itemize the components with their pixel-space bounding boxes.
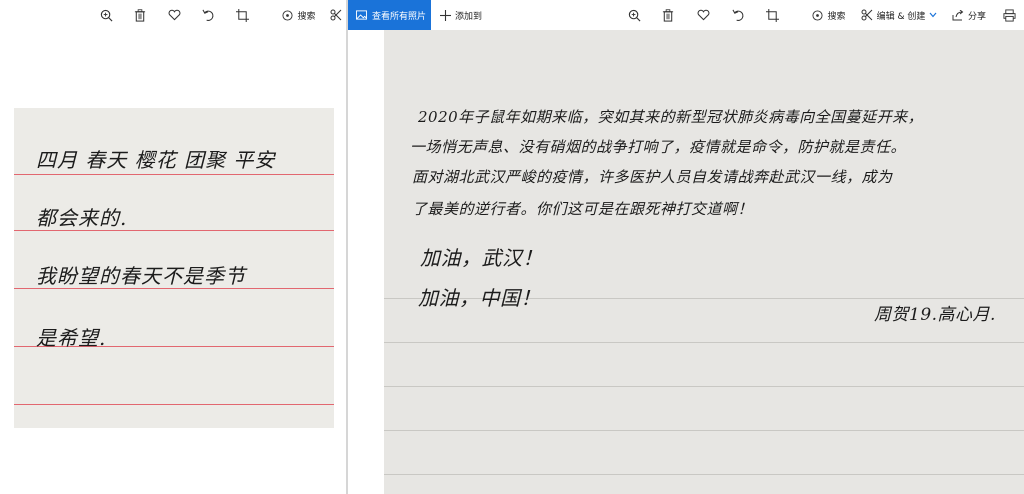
ruled-line — [384, 342, 1024, 343]
add-to-label: 添加到 — [454, 11, 482, 22]
trash-icon — [134, 8, 146, 22]
favorite-button[interactable] — [164, 0, 184, 30]
rotate-button[interactable] — [728, 0, 748, 30]
edit-create-icon — [330, 9, 342, 21]
handwriting-line: 了最美的逆行者。你们这可是在跟死神打交道啊！ — [412, 200, 754, 218]
search-button[interactable]: 搜索 — [278, 0, 320, 30]
zoom-in-icon — [628, 9, 640, 21]
right-toolbar: 查看所有照片 添加到 搜索 编辑 & 创建 分享 — [348, 0, 1024, 30]
zoom-in-button[interactable] — [624, 0, 644, 30]
crop-button[interactable] — [232, 0, 252, 30]
handwriting-photo-large: 2020年子鼠年如期来临，突如其来的新型冠状肺炎病毒向全国蔓延开来， 一场悄无声… — [384, 30, 1024, 494]
handwriting-line: 都会来的. — [36, 206, 128, 230]
ruled-line — [384, 474, 1024, 475]
search-button[interactable]: 搜索 — [808, 0, 850, 30]
rotate-icon — [201, 9, 213, 21]
delete-button[interactable] — [658, 0, 678, 30]
edit-create-label: 编辑 & 创建 — [876, 11, 926, 22]
handwriting-line: 四月 春天 樱花 团聚 平安 — [36, 148, 276, 172]
view-all-label: 查看所有照片 — [372, 11, 427, 22]
edit-create-button[interactable]: 编辑 & 创建 — [858, 0, 940, 30]
share-icon — [952, 9, 964, 20]
ruled-line — [14, 404, 334, 405]
search-icon — [812, 9, 824, 21]
view-all-photos-button[interactable]: 查看所有照片 — [348, 0, 431, 30]
heart-icon — [168, 9, 180, 21]
ruled-line — [384, 430, 1024, 431]
edit-create-icon — [861, 9, 872, 21]
crop-icon — [235, 8, 249, 22]
right-photo-viewer: 查看所有照片 添加到 搜索 编辑 & 创建 分享 2020年子鼠年如期来临，突如… — [348, 0, 1024, 494]
handwriting-photo-small: 四月 春天 樱花 团聚 平安 都会来的. 我盼望的春天不是季节 是希望. — [14, 108, 334, 428]
edit-create-button[interactable] — [328, 0, 344, 30]
handwriting-line: 我盼望的春天不是季节 — [36, 264, 246, 288]
chevron-down-icon — [929, 12, 937, 18]
favorite-button[interactable] — [693, 0, 713, 30]
ruled-line — [14, 174, 334, 175]
plus-icon — [439, 9, 451, 21]
rotate-button[interactable] — [198, 0, 218, 30]
left-photo-viewer: 搜索 四月 春天 樱花 团聚 平安 都会来的. 我盼望的春天不是季节 是希望. — [0, 0, 346, 494]
zoom-in-icon — [100, 9, 112, 21]
print-button[interactable] — [998, 0, 1020, 30]
search-label: 搜索 — [827, 11, 846, 22]
handwriting-line: 加油，中国！ — [418, 286, 541, 310]
search-icon — [282, 9, 294, 21]
photos-icon — [356, 10, 367, 20]
heart-icon — [697, 9, 709, 21]
print-icon — [1002, 8, 1016, 22]
share-label: 分享 — [967, 11, 986, 22]
share-button[interactable]: 分享 — [948, 0, 990, 30]
trash-icon — [662, 8, 674, 22]
zoom-in-button[interactable] — [96, 0, 116, 30]
handwriting-line: 2020年子鼠年如期来临，突如其来的新型冠状肺炎病毒向全国蔓延开来， — [418, 108, 924, 126]
left-image-canvas: 四月 春天 樱花 团聚 平安 都会来的. 我盼望的春天不是季节 是希望. — [0, 30, 346, 494]
handwriting-line: 是希望. — [36, 326, 107, 350]
ruled-line — [384, 386, 1024, 387]
crop-button[interactable] — [762, 0, 782, 30]
crop-icon — [765, 8, 779, 22]
handwriting-line: 一场悄无声息、没有硝烟的战争打响了，疫情就是命令，防护就是责任。 — [410, 138, 907, 156]
handwriting-line: 面对湖北武汉严峻的疫情，许多医护人员自发请战奔赴武汉一线，成为 — [412, 168, 893, 186]
handwriting-line: 加油，武汉！ — [420, 246, 543, 270]
signature: 周贺19.高心月. — [874, 305, 996, 325]
add-to-button[interactable]: 添加到 — [438, 0, 484, 30]
right-image-canvas: 2020年子鼠年如期来临，突如其来的新型冠状肺炎病毒向全国蔓延开来， 一场悄无声… — [348, 30, 1024, 494]
left-toolbar: 搜索 — [0, 0, 346, 30]
search-label: 搜索 — [297, 11, 316, 22]
rotate-icon — [731, 9, 743, 21]
delete-button[interactable] — [130, 0, 150, 30]
